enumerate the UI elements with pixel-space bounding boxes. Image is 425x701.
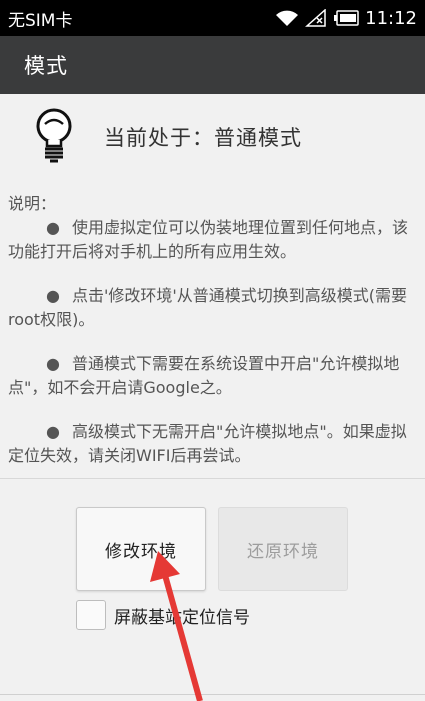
description-heading: 说明： (8, 194, 57, 213)
bullet-icon: ● (46, 422, 60, 441)
description: 说明： ● 使用虚拟定位可以伪装地理位置到任何地点，该功能打开后将对手机上的所有应… (0, 192, 425, 488)
status-icons: 11:12 (275, 8, 417, 29)
block-cell-location-option[interactable]: 屏蔽基站定位信号 (76, 598, 250, 632)
battery-icon (334, 10, 359, 26)
clock: 11:12 (365, 7, 417, 29)
block-cell-location-checkbox[interactable] (76, 600, 106, 630)
bullet-icon: ● (46, 218, 60, 237)
description-item: ● 普通模式下需要在系统设置中开启"允许模拟地点"，如不会开启请Google之。 (8, 354, 400, 397)
lightbulb-icon (36, 108, 72, 163)
status-bar: 无SIM卡 11:12 (0, 0, 425, 36)
carrier-label: 无SIM卡 (8, 10, 73, 31)
description-item: ● 高级模式下无需开启"允许模拟地点"。如果虚拟定位失效，请关闭WIFI后再尝试。 (8, 422, 407, 465)
modify-environment-button[interactable]: 修改环境 (76, 507, 206, 591)
description-item: ● 点击'修改环境'从普通模式切换到高级模式(需要root权限)。 (8, 286, 408, 329)
block-cell-location-label[interactable]: 屏蔽基站定位信号 (114, 603, 250, 628)
no-signal-icon (305, 9, 326, 27)
divider (0, 478, 425, 479)
wifi-icon (276, 10, 299, 26)
page-title: 模式 (24, 54, 68, 78)
description-item: ● 使用虚拟定位可以伪装地理位置到任何地点，该功能打开后将对手机上的所有应用生效。 (8, 218, 408, 261)
restore-environment-button[interactable]: 还原环境 (218, 507, 348, 591)
current-mode-label: 当前处于：普通模式 (104, 126, 302, 150)
app-bar: 模式 (0, 36, 425, 94)
bottom-divider (0, 694, 425, 695)
bullet-icon: ● (46, 354, 60, 373)
bullet-icon: ● (46, 286, 60, 305)
mode-row: 当前处于：普通模式 (0, 94, 425, 180)
